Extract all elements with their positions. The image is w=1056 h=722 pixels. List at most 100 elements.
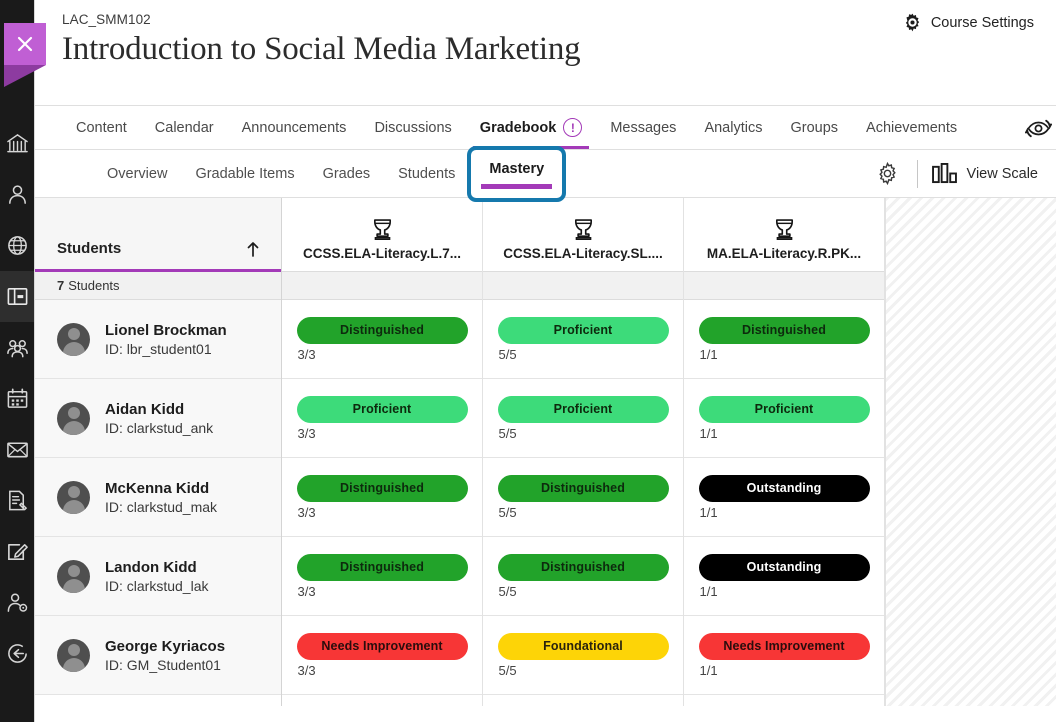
subtab-overview[interactable]: Overview bbox=[93, 150, 181, 197]
outcome-column-header[interactable]: CCSS.ELA-Literacy.SL.... bbox=[483, 198, 683, 272]
tab-achievements[interactable]: Achievements bbox=[852, 106, 971, 149]
mastery-pill-group: Proficient5/5 bbox=[498, 317, 669, 362]
sidebar-item-back[interactable] bbox=[0, 628, 34, 679]
tab-content[interactable]: Content bbox=[62, 106, 141, 149]
mastery-cell[interactable]: Foundational5/5 bbox=[483, 616, 683, 695]
course-header: LAC_SMM102 Introduction to Social Media … bbox=[35, 0, 1056, 105]
status-badge: Proficient bbox=[699, 396, 870, 423]
status-badge: Proficient bbox=[297, 396, 468, 423]
dashboard-panel-icon bbox=[6, 285, 29, 308]
toolbar-divider bbox=[917, 160, 918, 188]
gradebook-settings-button[interactable] bbox=[862, 162, 913, 185]
mastery-fraction: 3/3 bbox=[297, 505, 316, 520]
compose-icon bbox=[6, 540, 29, 563]
mail-icon bbox=[6, 438, 29, 461]
mastery-grid: Students 7 Students Lionel BrockmanID: lb… bbox=[35, 198, 1056, 706]
mastery-cell[interactable]: Distinguished1/1 bbox=[684, 300, 884, 379]
sidebar-item-profile[interactable] bbox=[0, 169, 34, 220]
subtab-label: Gradable Items bbox=[195, 166, 294, 182]
mastery-fraction: 5/5 bbox=[498, 505, 517, 520]
outcome-column-header[interactable]: CCSS.ELA-Literacy.L.7... bbox=[282, 198, 482, 272]
mastery-cell[interactable]: Proficient5/5 bbox=[483, 379, 683, 458]
student-count-label: Students bbox=[68, 278, 119, 293]
sidebar-item-grades[interactable] bbox=[0, 475, 34, 526]
tab-gradebook[interactable]: Gradebook! bbox=[466, 106, 597, 149]
student-row-list: Lionel BrockmanID: lbr_student01Aidan Ki… bbox=[35, 300, 281, 695]
table-row[interactable]: McKenna KiddID: clarkstud_mak bbox=[35, 458, 281, 537]
status-badge: Distinguished bbox=[297, 475, 468, 502]
tab-label: Analytics bbox=[704, 120, 762, 136]
student-id: ID: lbr_student01 bbox=[105, 341, 227, 357]
institution-icon bbox=[6, 132, 29, 155]
student-name: Landon Kidd bbox=[105, 559, 208, 576]
subtab-students[interactable]: Students bbox=[384, 150, 469, 197]
table-row[interactable]: George KyriacosID: GM_Student01 bbox=[35, 616, 281, 695]
tab-groups[interactable]: Groups bbox=[776, 106, 852, 149]
tab-calendar[interactable]: Calendar bbox=[141, 106, 228, 149]
sidebar-icon-list bbox=[0, 118, 34, 679]
outcome-column: CCSS.ELA-Literacy.SL....Proficient5/5Pro… bbox=[483, 198, 684, 706]
mastery-cell[interactable]: Needs Improvement3/3 bbox=[282, 616, 482, 695]
status-badge: Distinguished bbox=[498, 475, 669, 502]
subtab-label: Mastery bbox=[489, 161, 544, 177]
subtab-grades[interactable]: Grades bbox=[309, 150, 385, 197]
mastery-fraction: 1/1 bbox=[699, 663, 718, 678]
student-count-row: 7 Students bbox=[35, 272, 281, 300]
student-preview-button[interactable] bbox=[1017, 106, 1056, 149]
global-sidebar bbox=[0, 0, 34, 722]
student-id: ID: clarkstud_ank bbox=[105, 420, 213, 436]
student-id: ID: clarkstud_lak bbox=[105, 578, 208, 594]
mastery-cell[interactable]: Proficient5/5 bbox=[483, 300, 683, 379]
mastery-cell[interactable]: Distinguished 5/5 bbox=[483, 458, 683, 537]
tab-bar-spacer bbox=[971, 106, 1017, 149]
close-button[interactable] bbox=[4, 23, 46, 65]
sidebar-item-messages[interactable] bbox=[0, 424, 34, 475]
avatar bbox=[57, 560, 90, 593]
mastery-cell[interactable]: Distinguished 3/3 bbox=[282, 458, 482, 537]
sidebar-item-tools[interactable] bbox=[0, 526, 34, 577]
mastery-cell[interactable]: Proficient 3/3 bbox=[282, 379, 482, 458]
sidebar-item-calendar[interactable] bbox=[0, 373, 34, 424]
table-row[interactable]: Landon Kidd ID: clarkstud_lak bbox=[35, 537, 281, 616]
sidebar-item-admin[interactable] bbox=[0, 577, 34, 628]
mastery-cell[interactable]: Distinguished3/3 bbox=[282, 300, 482, 379]
mastery-fraction: 3/3 bbox=[297, 426, 316, 441]
students-column-header[interactable]: Students bbox=[35, 198, 281, 272]
mastery-pill-group: Distinguished3/3 bbox=[297, 554, 468, 599]
subtab-label: Grades bbox=[323, 166, 371, 182]
table-row[interactable]: Aidan KiddID: clarkstud_ank bbox=[35, 379, 281, 458]
sidebar-item-courses[interactable] bbox=[0, 271, 34, 322]
students-header-label: Students bbox=[57, 240, 121, 257]
student-count-value: 7 bbox=[57, 278, 64, 293]
tab-discussions[interactable]: Discussions bbox=[360, 106, 465, 149]
mastery-cell[interactable]: Needs Improvement 1/1 bbox=[684, 616, 884, 695]
mastery-cell[interactable]: Outstanding1/1 bbox=[684, 537, 884, 616]
mastery-pill-group: Proficient 3/3 bbox=[297, 396, 468, 441]
tab-label: Content bbox=[76, 120, 127, 136]
tab-announcements[interactable]: Announcements bbox=[228, 106, 361, 149]
subtab-mastery[interactable]: Mastery bbox=[467, 146, 566, 202]
course-settings-button[interactable]: Course Settings bbox=[903, 13, 1034, 32]
outcome-column-header[interactable]: MA.ELA-Literacy.R.PK... bbox=[684, 198, 884, 272]
table-row[interactable]: Lionel BrockmanID: lbr_student01 bbox=[35, 300, 281, 379]
mastery-cell[interactable]: Outstanding1/1 bbox=[684, 458, 884, 537]
sidebar-item-explore[interactable] bbox=[0, 220, 34, 271]
status-badge: Needs Improvement bbox=[699, 633, 870, 660]
subtab-gradable-items[interactable]: Gradable Items bbox=[181, 150, 308, 197]
empty-hatched-area bbox=[885, 198, 1056, 706]
tab-label: Achievements bbox=[866, 120, 957, 136]
count-row-spacer bbox=[483, 272, 683, 300]
mastery-cell[interactable]: Distinguished5/5 bbox=[483, 537, 683, 616]
mastery-cell[interactable]: Proficient1/1 bbox=[684, 379, 884, 458]
mastery-fraction: 1/1 bbox=[699, 505, 718, 520]
sidebar-item-institution[interactable] bbox=[0, 118, 34, 169]
sidebar-item-groups[interactable] bbox=[0, 322, 34, 373]
tab-label: Messages bbox=[610, 120, 676, 136]
tab-messages[interactable]: Messages bbox=[596, 106, 690, 149]
student-id: ID: clarkstud_mak bbox=[105, 499, 217, 515]
mastery-cell[interactable]: Distinguished3/3 bbox=[282, 537, 482, 616]
tab-analytics[interactable]: Analytics bbox=[690, 106, 776, 149]
mastery-pill-group: Distinguished 5/5 bbox=[498, 475, 669, 520]
status-badge: Proficient bbox=[498, 396, 669, 423]
view-scale-button[interactable]: View Scale bbox=[932, 163, 1038, 184]
